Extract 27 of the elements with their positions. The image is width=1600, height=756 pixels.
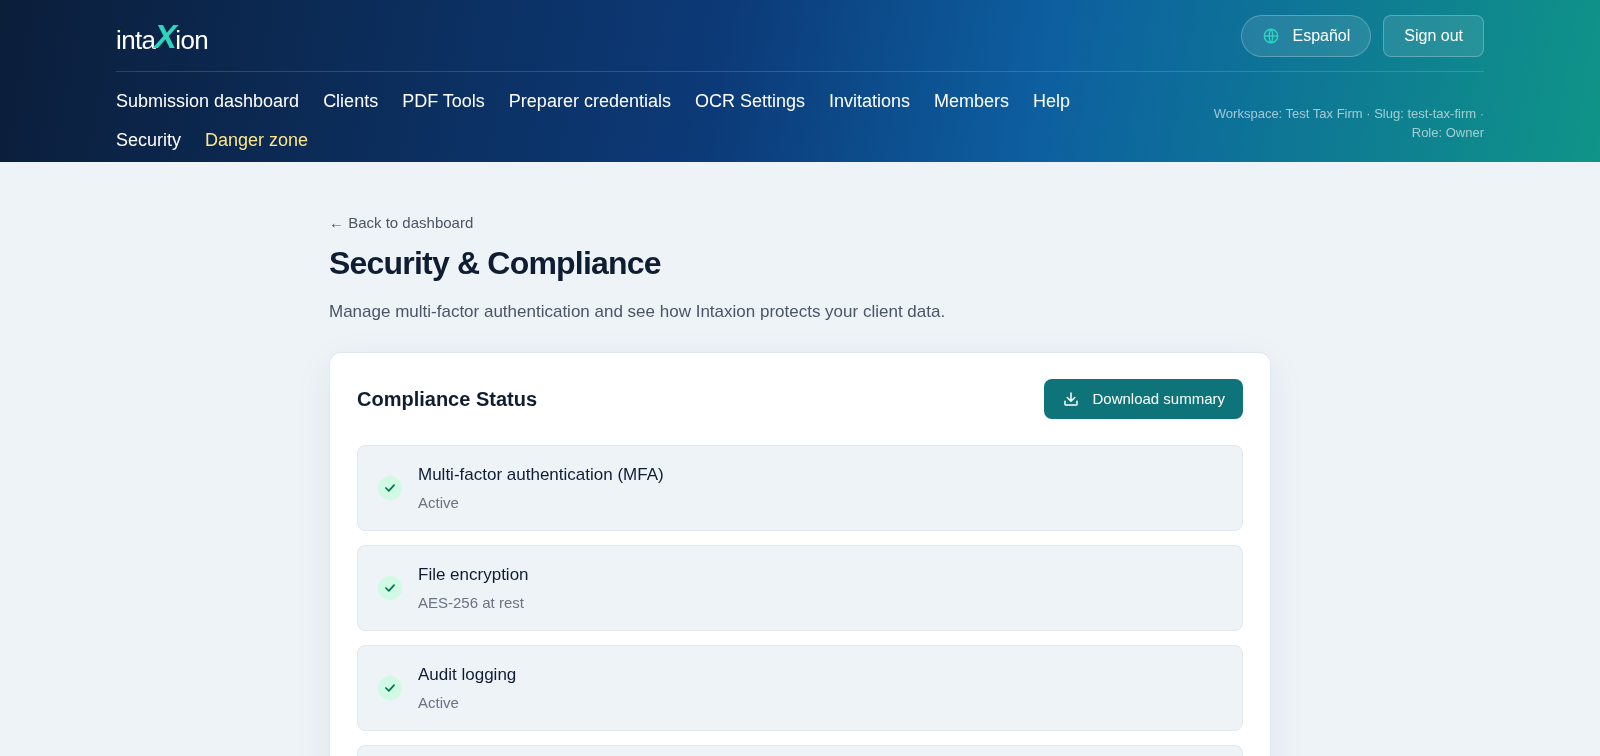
nav-link[interactable]: PDF Tools [402,88,485,115]
status-detail: AES-256 at rest [418,592,525,613]
status-detail: Active [418,492,460,513]
nav-link[interactable]: Preparer credentials [508,88,671,115]
nav-link[interactable]: Members [934,88,1010,115]
logo[interactable]: intaXion [116,18,209,53]
download-summary-button[interactable]: Download summary [1044,379,1243,419]
status-detail: Active [418,692,460,713]
card-title: Compliance Status [357,387,538,412]
back-link[interactable]: ← Back to dashboard [329,212,1271,235]
language-button[interactable]: Español [1241,14,1372,57]
download-icon [1062,390,1081,408]
nav-link[interactable]: Invitations [829,88,911,115]
nav-link[interactable]: Help [1033,88,1071,115]
page-title: Security & Compliance [329,243,662,283]
status-name: File encryption [418,564,529,586]
globe-icon [1262,26,1281,45]
nav-link[interactable]: Clients [323,88,379,115]
nav-link[interactable]: Danger zone [205,127,309,154]
page-subtitle: Manage multi-factor authentication and see how Intaxion protects your client data. [329,300,947,323]
nav-link[interactable]: OCR Settings [694,88,805,115]
workspace-info: Workspace: Test Tax Firm · Slug: test-tax-firm · Role: Owner [1212,105,1484,142]
sign-out-button[interactable]: Sign out [1383,14,1484,57]
status-name: Audit logging [418,664,517,686]
nav-link[interactable]: Submission dashboard [116,88,300,115]
nav-link[interactable]: Security [116,127,182,154]
status-name: Multi-factor authentication (MFA) [418,464,664,486]
